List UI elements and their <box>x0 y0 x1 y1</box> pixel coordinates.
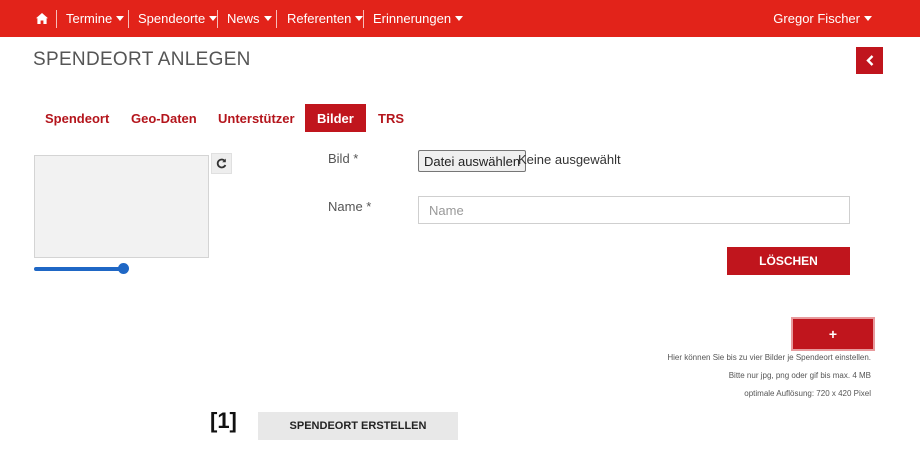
caret-down-icon <box>263 16 272 21</box>
caret-down-icon <box>116 16 125 21</box>
nav-divider <box>128 10 129 28</box>
nav-item-label: Erinnerungen <box>373 11 452 26</box>
file-choose-button[interactable]: Datei auswählen <box>418 150 527 172</box>
caret-down-icon <box>455 16 464 21</box>
tab-spendeort[interactable]: Spendeort <box>33 104 121 132</box>
zoom-slider[interactable] <box>34 263 129 275</box>
hint-text: Hier können Sie bis zu vier Bilder je Sp… <box>667 353 871 362</box>
nav-item-label: Spendeorte <box>138 11 206 26</box>
annotation-marker: [1] <box>210 408 237 433</box>
refresh-icon <box>216 158 227 169</box>
hint-text: optimale Auflösung: 720 x 420 Pixel <box>744 389 871 398</box>
nav-divider <box>217 10 218 28</box>
user-menu[interactable]: Gregor Fischer <box>773 0 872 37</box>
slider-track <box>34 267 122 271</box>
tab-unterstuetzer[interactable]: Unterstützer <box>206 104 307 132</box>
create-spendeort-button[interactable]: SPENDEORT ERSTELLEN <box>258 412 458 440</box>
hint-text: Bitte nur jpg, png oder gif bis max. 4 M… <box>728 371 871 380</box>
back-button[interactable] <box>856 47 883 74</box>
nav-divider <box>56 10 57 28</box>
tab-geo-daten[interactable]: Geo-Daten <box>119 104 209 132</box>
nav-item-label: Termine <box>66 11 113 26</box>
nav-item-termine[interactable]: Termine <box>66 0 125 37</box>
nav-item-news[interactable]: News <box>227 0 272 37</box>
image-preview <box>34 155 209 258</box>
nav-divider <box>276 10 277 28</box>
add-image-button[interactable]: + <box>793 319 873 349</box>
name-input[interactable] <box>418 196 850 224</box>
nav-divider <box>363 10 364 28</box>
home-icon <box>36 13 48 24</box>
name-label: Name * <box>328 199 372 214</box>
chevron-left-icon <box>865 55 873 66</box>
page-title: SPENDEORT ANLEGEN <box>33 49 251 70</box>
slider-handle[interactable] <box>118 263 129 274</box>
refresh-button[interactable] <box>211 153 232 174</box>
top-navbar: Termine Spendeorte News Referenten Erinn… <box>0 0 920 37</box>
nav-item-erinnerungen[interactable]: Erinnerungen <box>373 0 464 37</box>
file-status: Keine ausgewählt <box>518 152 621 167</box>
caret-down-icon <box>864 16 872 21</box>
nav-item-spendeorte[interactable]: Spendeorte <box>138 0 218 37</box>
home-link[interactable] <box>30 0 54 37</box>
tab-bilder[interactable]: Bilder <box>305 104 366 132</box>
tab-trs[interactable]: TRS <box>366 104 416 132</box>
user-name: Gregor Fischer <box>773 11 860 26</box>
nav-item-label: News <box>227 11 260 26</box>
nav-item-label: Referenten <box>287 11 352 26</box>
nav-item-referenten[interactable]: Referenten <box>287 0 364 37</box>
delete-button[interactable]: LÖSCHEN <box>727 247 850 275</box>
image-label: Bild * <box>328 151 359 166</box>
